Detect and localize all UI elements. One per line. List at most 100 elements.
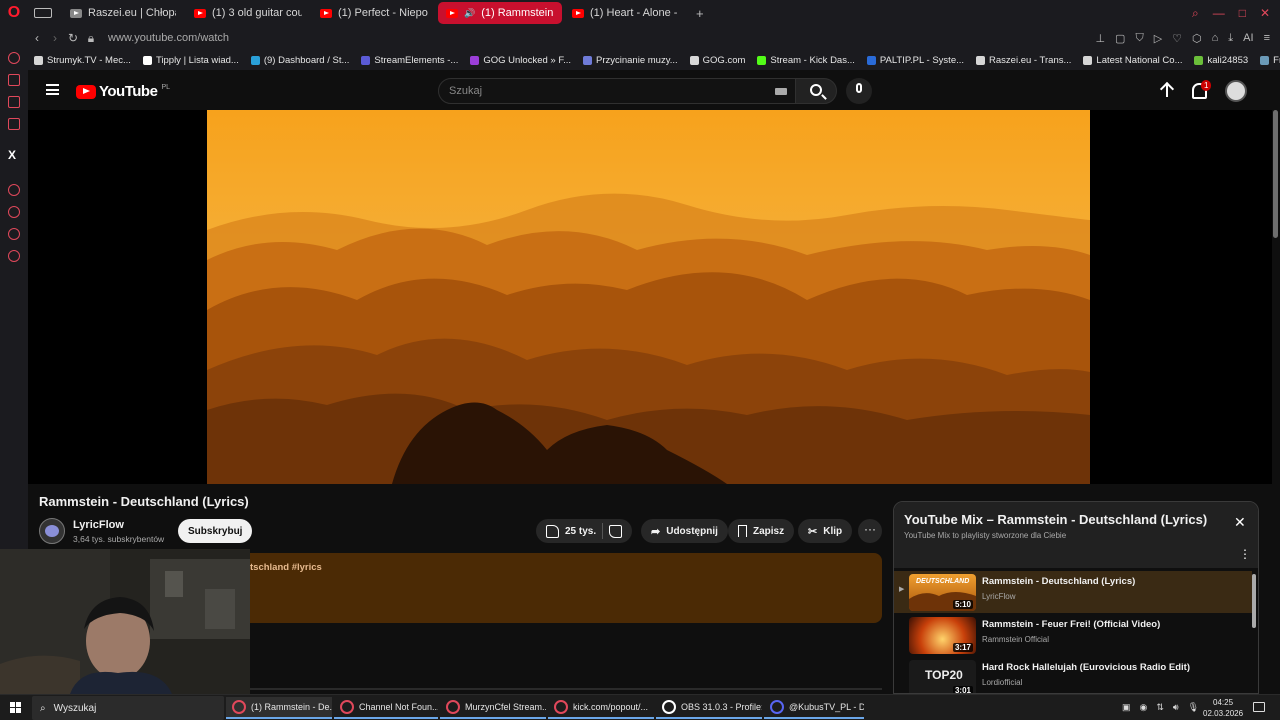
bookmark-item[interactable]: GOG.com bbox=[684, 55, 752, 66]
channel-name[interactable]: LyricFlow bbox=[73, 519, 124, 531]
tray-mic-icon[interactable]: 🎙︎ bbox=[1188, 702, 1199, 713]
youtube-logo[interactable]: YouTube PL bbox=[76, 83, 170, 100]
page-scrollbar[interactable] bbox=[1272, 110, 1280, 694]
minimize-icon[interactable]: — bbox=[1213, 6, 1225, 21]
page-scrollbar-thumb[interactable] bbox=[1273, 110, 1278, 238]
playlist-item-title[interactable]: Rammstein - Deutschland (Lyrics) bbox=[982, 576, 1135, 587]
taskbar-app[interactable]: @KubusTV_PL - Dis... bbox=[764, 697, 864, 719]
playlist-item[interactable]: TOP20 3:01 Hard Rock Hallelujah (Eurovic… bbox=[894, 657, 1252, 693]
playlist-thumbnail[interactable]: 3:17 bbox=[909, 617, 976, 654]
channel-avatar[interactable] bbox=[39, 518, 65, 544]
speed-dial-icon[interactable] bbox=[8, 52, 20, 64]
maximize-icon[interactable]: □ bbox=[1239, 6, 1246, 21]
music-icon[interactable] bbox=[8, 118, 20, 130]
close-playlist-icon[interactable]: ✕ bbox=[1234, 514, 1246, 531]
bookmark-item[interactable]: kali24853 bbox=[1188, 55, 1254, 66]
back-icon[interactable]: ‹ bbox=[28, 31, 46, 45]
windows-start-icon[interactable] bbox=[10, 702, 21, 713]
settings-gear-icon[interactable] bbox=[8, 250, 20, 262]
play-icon[interactable]: ▷ bbox=[1154, 32, 1162, 45]
taskbar-search-input[interactable]: ⌕ Wyszukaj bbox=[32, 696, 224, 720]
bookmark-item[interactable]: PALTIP.PL - Syste... bbox=[861, 55, 970, 66]
clip-button[interactable]: ✂ Klip bbox=[798, 519, 853, 543]
reload-icon[interactable]: ↻ bbox=[64, 31, 82, 45]
playlist-title[interactable]: YouTube Mix – Rammstein - Deutschland (L… bbox=[904, 512, 1207, 527]
like-count[interactable]: 25 tys. bbox=[565, 526, 596, 537]
menu-hamburger-icon[interactable] bbox=[46, 84, 59, 95]
tab-old-guitar[interactable]: (1) 3 old guitar counrty - Y bbox=[186, 2, 310, 24]
description-hashtags[interactable]: tschland #lyrics bbox=[250, 562, 322, 573]
bookmark-item[interactable]: Latest National Co... bbox=[1077, 55, 1188, 66]
tray-steam-icon[interactable]: ◉ bbox=[1140, 702, 1148, 713]
history-icon[interactable] bbox=[8, 206, 20, 218]
tab-menu-icon[interactable] bbox=[34, 8, 52, 18]
like-thumb-icon[interactable] bbox=[546, 524, 559, 538]
subscribe-button[interactable]: Subskrybuj bbox=[178, 519, 253, 543]
profile-icon[interactable]: ⌂ bbox=[1212, 32, 1219, 45]
tray-app-icon[interactable]: ▣ bbox=[1122, 702, 1131, 713]
search-button[interactable] bbox=[795, 78, 837, 104]
snapshot-icon[interactable]: ▢ bbox=[1115, 32, 1125, 45]
keyboard-icon[interactable] bbox=[775, 88, 787, 95]
video-player[interactable] bbox=[207, 110, 1090, 484]
playlist-thumbnail[interactable]: DEUTSCHLAND 5:10 bbox=[909, 574, 976, 611]
tab-rammstein[interactable]: 🔊 (1) Rammstein - Deuts bbox=[438, 2, 562, 24]
download-icon[interactable]: ⤓ bbox=[1228, 32, 1233, 45]
share-button[interactable]: ➦ Udostępnij bbox=[641, 519, 728, 543]
easy-setup-icon[interactable]: ≡ bbox=[1264, 32, 1270, 45]
bookmark-item[interactable]: Tipply | Lista wiad... bbox=[137, 55, 245, 66]
bookmark-item[interactable]: GOG Unlocked » F... bbox=[464, 55, 577, 66]
bookmark-item[interactable]: Raszei.eu - Trans... bbox=[970, 55, 1077, 66]
playlist-scrollbar[interactable] bbox=[1252, 574, 1256, 628]
forward-icon[interactable]: › bbox=[46, 31, 64, 45]
search-tabs-icon[interactable]: ⌕ bbox=[1192, 6, 1199, 21]
dislike-thumb-icon[interactable] bbox=[609, 524, 623, 538]
tab-heart-alone[interactable]: (1) Heart - Alone - YouTub bbox=[564, 2, 688, 24]
bookmark-item[interactable]: Strumyk.TV - Mec... bbox=[28, 55, 137, 66]
voice-search-button[interactable] bbox=[846, 78, 872, 104]
search-input[interactable]: Szukaj bbox=[438, 78, 796, 104]
taskbar-app[interactable]: kick.com/popout/... bbox=[548, 697, 654, 719]
taskbar-app[interactable]: (1) Rammstein - De... bbox=[226, 697, 332, 719]
taskbar-app[interactable]: Channel Not Foun... bbox=[334, 697, 438, 719]
more-actions-icon[interactable]: ··· bbox=[858, 519, 882, 543]
bookmark-item[interactable]: (9) Dashboard / St... bbox=[245, 55, 356, 66]
x-twitter-icon[interactable]: X bbox=[8, 148, 16, 162]
speaker-icon[interactable]: 🔊 bbox=[464, 8, 475, 19]
save-button[interactable]: Zapisz bbox=[728, 519, 795, 543]
bookmark-item[interactable]: FrontWars bbox=[1254, 55, 1280, 66]
tab-perfect[interactable]: (1) Perfect - Niepokonani bbox=[312, 2, 436, 24]
playlist-item-title[interactable]: Rammstein - Feuer Frei! (Official Video) bbox=[982, 619, 1160, 630]
taskbar-clock[interactable]: 04:25 02.03.2026 bbox=[1203, 697, 1243, 719]
url-field[interactable]: www.youtube.com/watch bbox=[108, 32, 229, 44]
taskbar-app[interactable]: MurzynCfel Stream... bbox=[440, 697, 546, 719]
playlist-item[interactable]: 3:17 Rammstein - Feuer Frei! (Official V… bbox=[894, 614, 1252, 656]
bookmark-item[interactable]: Stream - Kick Das... bbox=[751, 55, 860, 66]
close-window-icon[interactable]: ✕ bbox=[1260, 6, 1270, 21]
playlist-thumbnail[interactable]: TOP20 3:01 bbox=[909, 660, 976, 693]
extensions-cube-icon[interactable]: ⬡ bbox=[1192, 32, 1202, 45]
heart-icon[interactable]: ♡ bbox=[1172, 32, 1182, 45]
pin-icon[interactable]: ⊥ bbox=[1095, 32, 1105, 45]
tab-raszei[interactable]: Raszei.eu | Chłopaki z Ras bbox=[62, 2, 184, 24]
opera-logo-icon[interactable]: O bbox=[0, 0, 28, 26]
aria-icon[interactable] bbox=[8, 74, 20, 86]
account-avatar[interactable] bbox=[1225, 80, 1247, 102]
notification-center-icon[interactable] bbox=[1253, 702, 1265, 712]
extensions-icon[interactable] bbox=[8, 228, 20, 240]
messenger-icon[interactable] bbox=[8, 96, 20, 108]
playlist-menu-icon[interactable]: ⋮ bbox=[1239, 547, 1251, 561]
new-tab-button[interactable]: + bbox=[690, 6, 710, 21]
taskbar-app[interactable]: OBS 31.0.3 - Profile:... bbox=[656, 697, 762, 719]
playlist-item[interactable]: ▶ DEUTSCHLAND 5:10 Rammstein - Deutschla… bbox=[894, 571, 1252, 613]
bookmark-item[interactable]: Przycinanie muzy... bbox=[577, 55, 684, 66]
tray-volume-icon[interactable]: 🔊︎ bbox=[1173, 702, 1179, 713]
shield-icon[interactable]: ⛉ bbox=[1135, 32, 1143, 45]
tray-network-icon[interactable]: ⇅ bbox=[1156, 702, 1164, 713]
search-icon bbox=[810, 84, 822, 96]
upload-icon[interactable] bbox=[1160, 83, 1174, 99]
bookmark-item[interactable]: StreamElements -... bbox=[355, 55, 464, 66]
player-icon[interactable] bbox=[8, 184, 20, 196]
ai-button[interactable]: AI bbox=[1243, 32, 1253, 45]
playlist-item-title[interactable]: Hard Rock Hallelujah (Eurovicious Radio … bbox=[982, 662, 1190, 673]
